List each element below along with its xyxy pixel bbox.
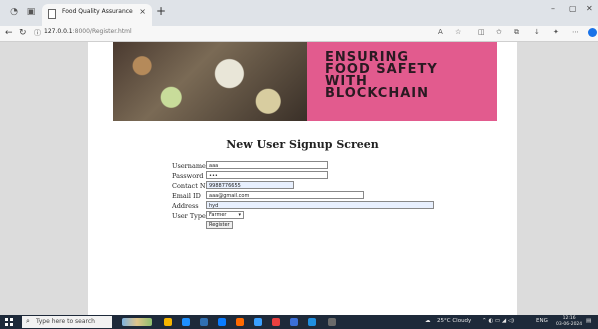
- taskbar-app-icon[interactable]: [328, 318, 336, 326]
- taskbar-app-icon[interactable]: [290, 318, 298, 326]
- register-button[interactable]: Register: [206, 221, 233, 229]
- copilot-icon[interactable]: [588, 28, 597, 37]
- address-input[interactable]: hyd: [206, 201, 434, 209]
- url-host: 127.0.0.1: [44, 28, 73, 35]
- taskbar: ⌕ Type here to search ☁ 25°C Cloudy ⌃ ◐ …: [0, 315, 598, 329]
- split-screen-icon[interactable]: ◫: [478, 28, 485, 36]
- weather-text[interactable]: 25°C Cloudy: [437, 318, 471, 324]
- taskbar-search[interactable]: ⌕ Type here to search: [22, 316, 112, 328]
- usertype-label: User Type: [172, 212, 206, 220]
- collections-icon[interactable]: ⧉: [514, 28, 519, 37]
- page-icon: [48, 9, 56, 19]
- search-icon: ⌕: [26, 317, 30, 325]
- page-content: ENSURING FOOD SAFETY WITH BLOCKCHAIN New…: [88, 42, 517, 315]
- browser-tab-strip: ◔ ▣ Food Quality Assurance × + – ▢ ✕: [0, 0, 598, 26]
- refresh-icon[interactable]: ↻: [19, 27, 27, 39]
- notification-icon[interactable]: ▤: [586, 318, 591, 324]
- taskbar-app-icon[interactable]: [164, 318, 172, 326]
- email-input[interactable]: aaa@gmail.com: [206, 191, 364, 199]
- contact-label: Contact No: [172, 182, 210, 190]
- widgets-icon[interactable]: [122, 318, 152, 326]
- url-path: :8000/Register.html: [72, 28, 132, 35]
- downloads-icon[interactable]: ↓: [534, 28, 540, 36]
- chevron-down-icon: ▾: [238, 212, 241, 218]
- url-field[interactable]: 127.0.0.1:8000/Register.html: [44, 28, 132, 35]
- password-input[interactable]: •••: [206, 171, 328, 179]
- taskbar-app-icon[interactable]: [200, 318, 208, 326]
- tab-title: Food Quality Assurance: [62, 8, 133, 15]
- clock-date: 03-06-2024: [556, 322, 583, 327]
- clock[interactable]: 12:16 03-06-2024: [556, 316, 582, 328]
- read-aloud-icon[interactable]: A: [438, 28, 443, 36]
- profile-icon[interactable]: ◔: [8, 6, 20, 18]
- language-indicator[interactable]: ENG: [536, 318, 548, 324]
- weather-icon[interactable]: ☁: [425, 318, 431, 324]
- page-viewport: ENSURING FOOD SAFETY WITH BLOCKCHAIN New…: [0, 42, 598, 315]
- close-window-button[interactable]: ✕: [586, 4, 593, 13]
- address-label: Address: [172, 202, 199, 210]
- taskbar-app-icon[interactable]: [272, 318, 280, 326]
- taskbar-app-icon[interactable]: [218, 318, 226, 326]
- address-bar-row: ← ↻ ⓘ 127.0.0.1:8000/Register.html A ☆ ◫…: [0, 26, 598, 42]
- email-label: Email ID: [172, 192, 201, 200]
- food-photo: [113, 42, 307, 121]
- search-placeholder: Type here to search: [36, 318, 95, 325]
- page-title: New User Signup Screen: [226, 138, 379, 151]
- maximize-button[interactable]: ▢: [569, 4, 577, 13]
- taskbar-app-icon[interactable]: [308, 318, 316, 326]
- password-label: Password: [172, 172, 204, 180]
- back-icon[interactable]: ←: [5, 27, 13, 39]
- username-label: Username: [172, 162, 206, 170]
- browser-tab[interactable]: Food Quality Assurance ×: [42, 4, 152, 26]
- close-icon[interactable]: ×: [139, 7, 146, 16]
- extensions-icon[interactable]: ✦: [553, 28, 559, 36]
- username-input[interactable]: aaa: [206, 161, 328, 169]
- more-icon[interactable]: ⋯: [572, 28, 579, 36]
- tray-icons[interactable]: ⌃ ◐ ▭ ◢ ◁): [482, 318, 514, 324]
- header-banner: ENSURING FOOD SAFETY WITH BLOCKCHAIN: [113, 42, 497, 121]
- windows-start-icon[interactable]: [5, 318, 13, 326]
- contact-input[interactable]: 9988776655: [206, 181, 294, 189]
- taskbar-app-icon[interactable]: [182, 318, 190, 326]
- info-icon[interactable]: ⓘ: [34, 27, 41, 39]
- favorites-icon[interactable]: ✩: [496, 28, 502, 36]
- usertype-select[interactable]: Farmer ▾: [206, 211, 244, 219]
- usertype-value: Farmer: [209, 212, 227, 218]
- taskbar-app-icon[interactable]: [254, 318, 262, 326]
- tab-actions-icon[interactable]: ▣: [25, 6, 37, 18]
- banner-title: ENSURING FOOD SAFETY WITH BLOCKCHAIN: [325, 50, 438, 101]
- favorite-icon[interactable]: ☆: [455, 28, 461, 36]
- minimize-button[interactable]: –: [551, 4, 555, 13]
- new-tab-button[interactable]: +: [156, 4, 166, 18]
- taskbar-app-icon[interactable]: [236, 318, 244, 326]
